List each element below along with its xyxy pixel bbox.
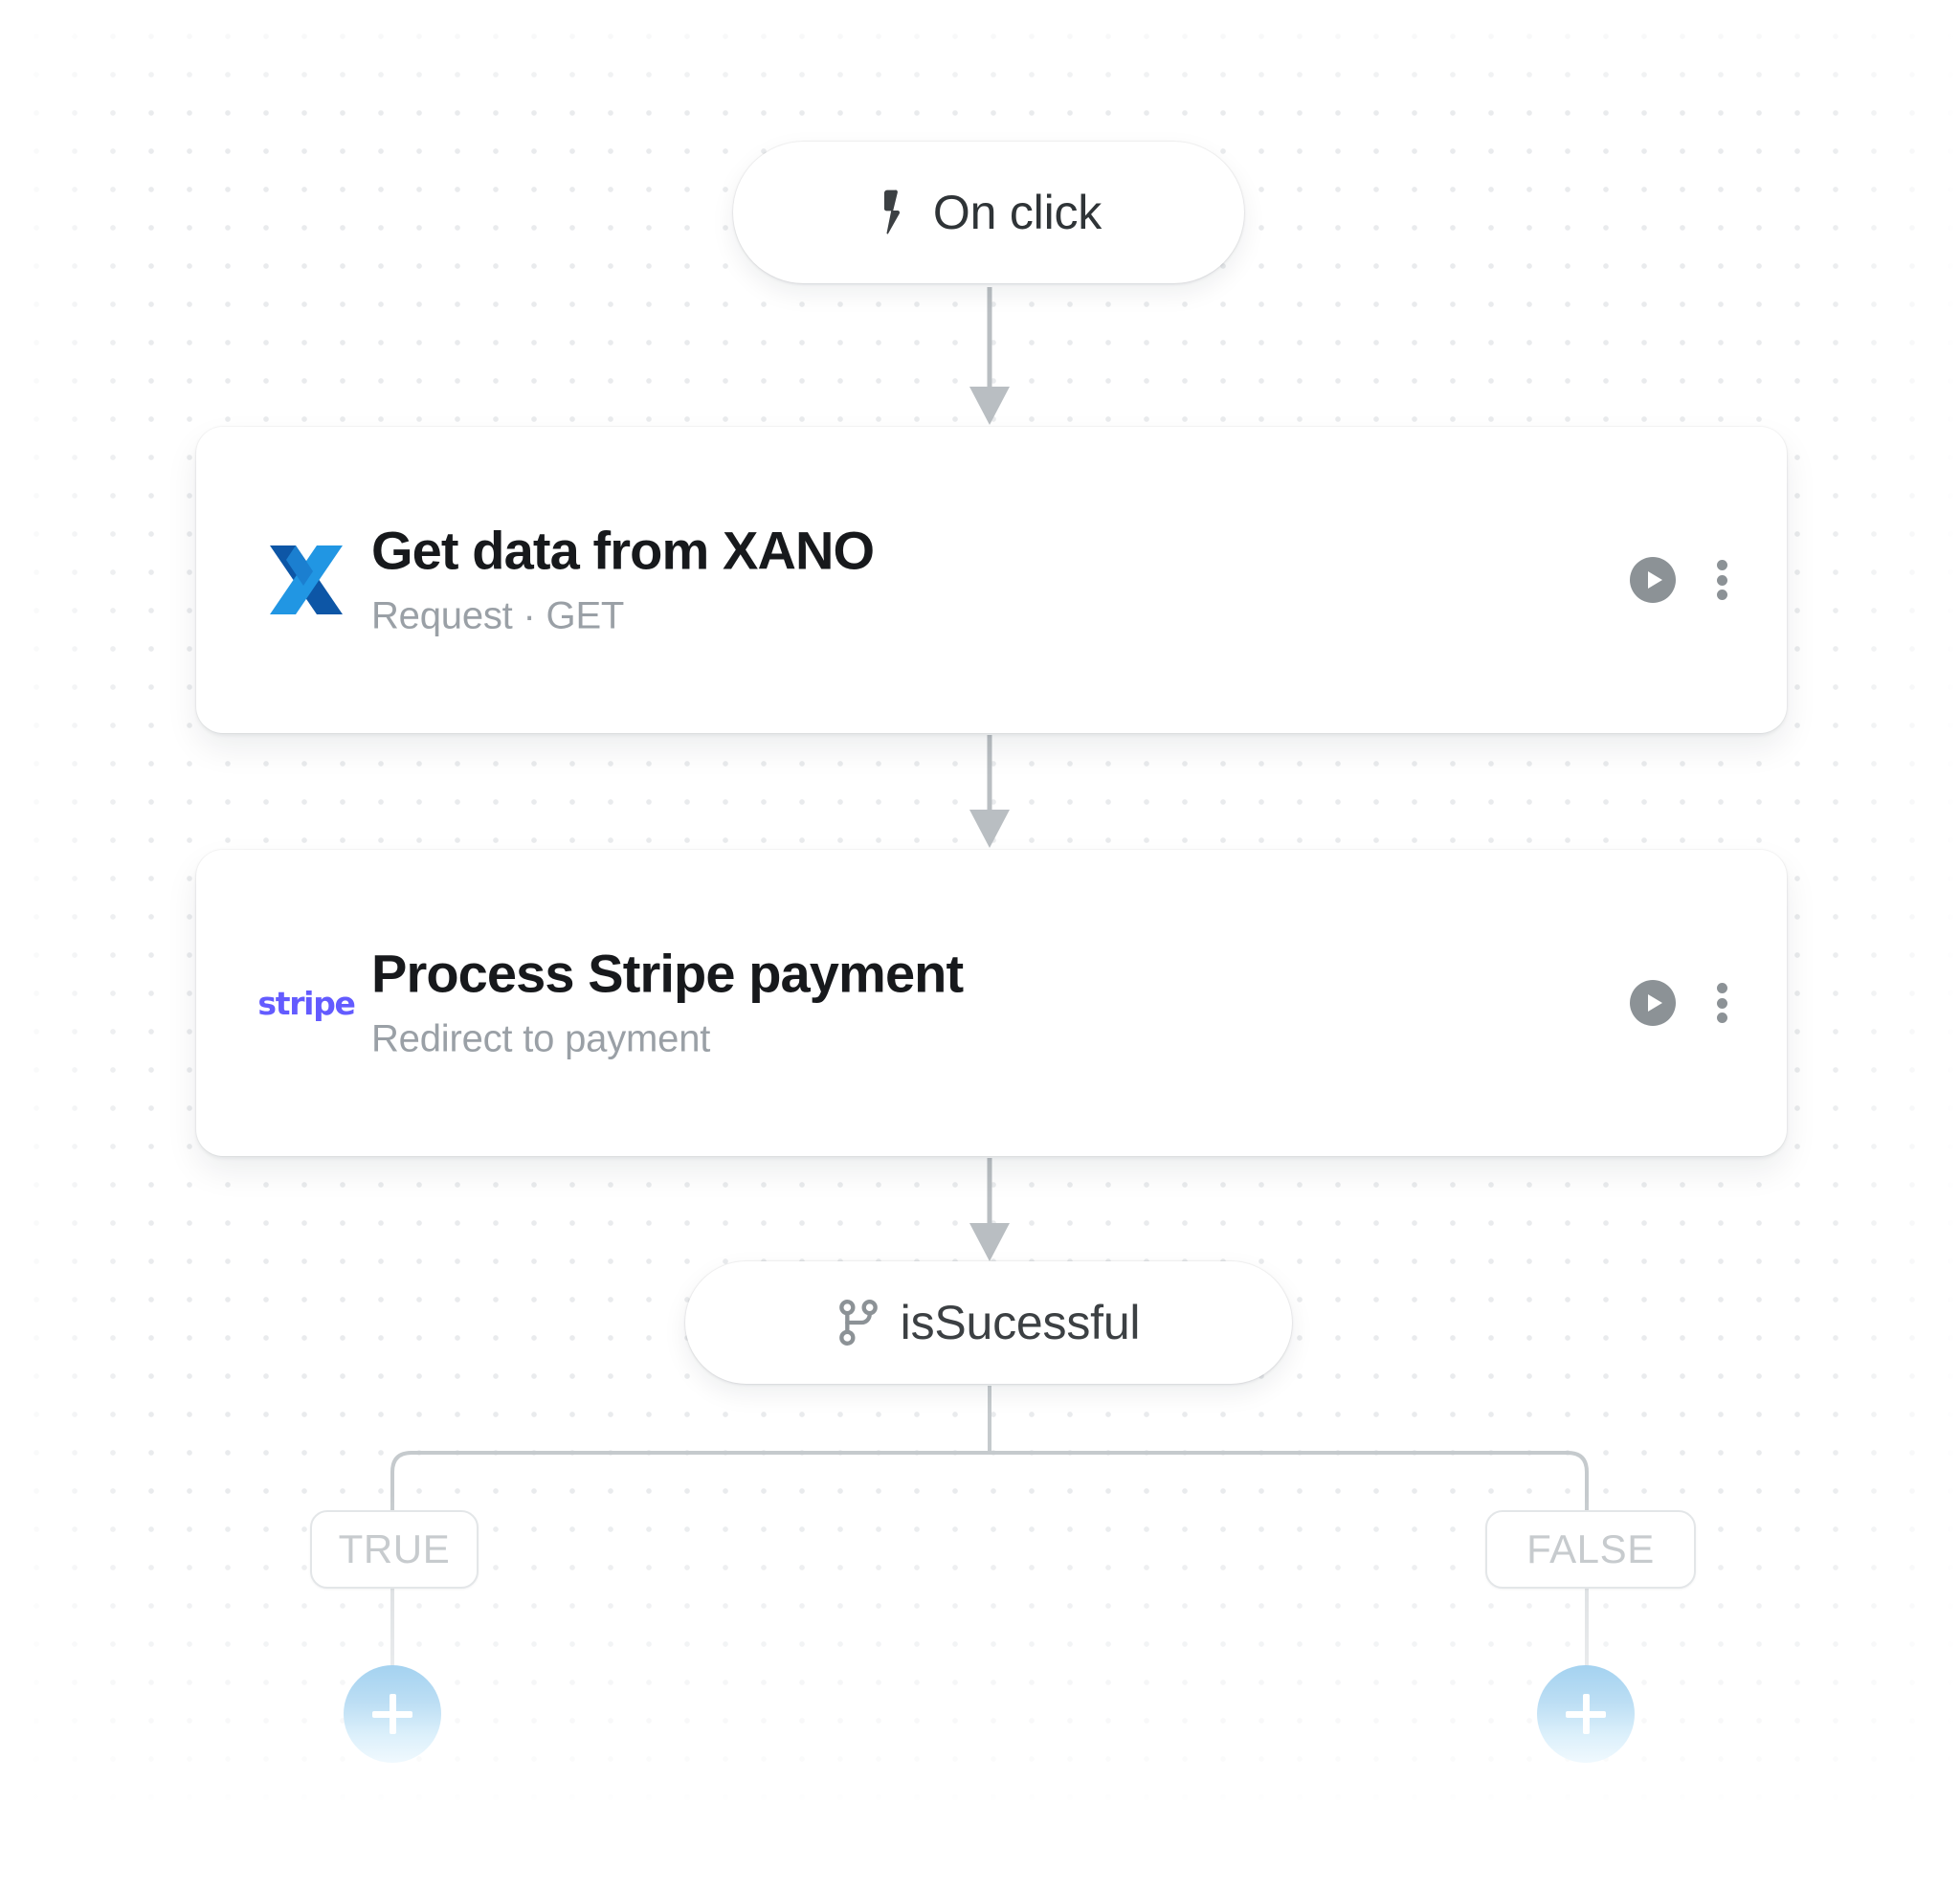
kebab-menu-icon[interactable] (1716, 980, 1727, 1026)
stripe-card-actions (1630, 980, 1727, 1026)
action-card-xano[interactable]: Get data from XANO Request · GET (196, 427, 1787, 733)
xano-card-title: Get data from XANO (371, 520, 875, 581)
trigger-node[interactable]: On click (733, 142, 1244, 283)
stripe-card-subtitle: Redirect to payment (371, 1017, 711, 1060)
xano-logo (249, 537, 364, 623)
git-branch-icon (837, 1299, 880, 1347)
kebab-dot (1716, 997, 1727, 1009)
kebab-dot (1716, 1013, 1727, 1023)
plus-icon-vertical (389, 1694, 396, 1734)
plus-icon-vertical (1582, 1694, 1590, 1734)
branch-badge-true[interactable]: TRUE (310, 1510, 479, 1589)
edge-condition-split (390, 1386, 1589, 1512)
branch-badge-false[interactable]: FALSE (1485, 1510, 1696, 1589)
play-icon[interactable] (1630, 557, 1676, 603)
stripe-card-body: Process Stripe payment Redirect to payme… (371, 943, 964, 1060)
kebab-dot (1716, 590, 1727, 600)
xano-card-subtitle: Request · GET (371, 594, 625, 637)
play-triangle (1647, 571, 1662, 589)
kebab-menu-icon[interactable] (1716, 557, 1727, 603)
play-icon[interactable] (1630, 980, 1676, 1026)
stripe-logo: stripe (249, 960, 364, 1046)
kebab-dot (1716, 983, 1727, 993)
action-card-stripe[interactable]: stripe Process Stripe payment Redirect t… (196, 850, 1787, 1156)
stripe-card-title: Process Stripe payment (371, 943, 964, 1004)
edge-xano-to-stripe (969, 735, 1010, 848)
stripe-wordmark: stripe (257, 984, 356, 1022)
kebab-dot (1716, 574, 1727, 586)
xano-card-body: Get data from XANO Request · GET (371, 520, 875, 637)
add-step-button-true[interactable] (344, 1665, 441, 1763)
condition-label: isSucessful (900, 1296, 1141, 1349)
xano-card-actions (1630, 557, 1727, 603)
workflow-canvas[interactable]: On click Get data from XANO Request · GE… (0, 0, 1960, 1892)
kebab-dot (1716, 560, 1727, 570)
edge-stripe-to-condition (969, 1158, 1010, 1261)
play-triangle (1647, 994, 1662, 1012)
add-step-button-false[interactable] (1537, 1665, 1635, 1763)
trigger-label: On click (932, 186, 1102, 239)
lightning-bolt-icon (876, 189, 908, 236)
condition-node[interactable]: isSucessful (685, 1261, 1292, 1384)
edge-trigger-to-xano (969, 287, 1010, 425)
